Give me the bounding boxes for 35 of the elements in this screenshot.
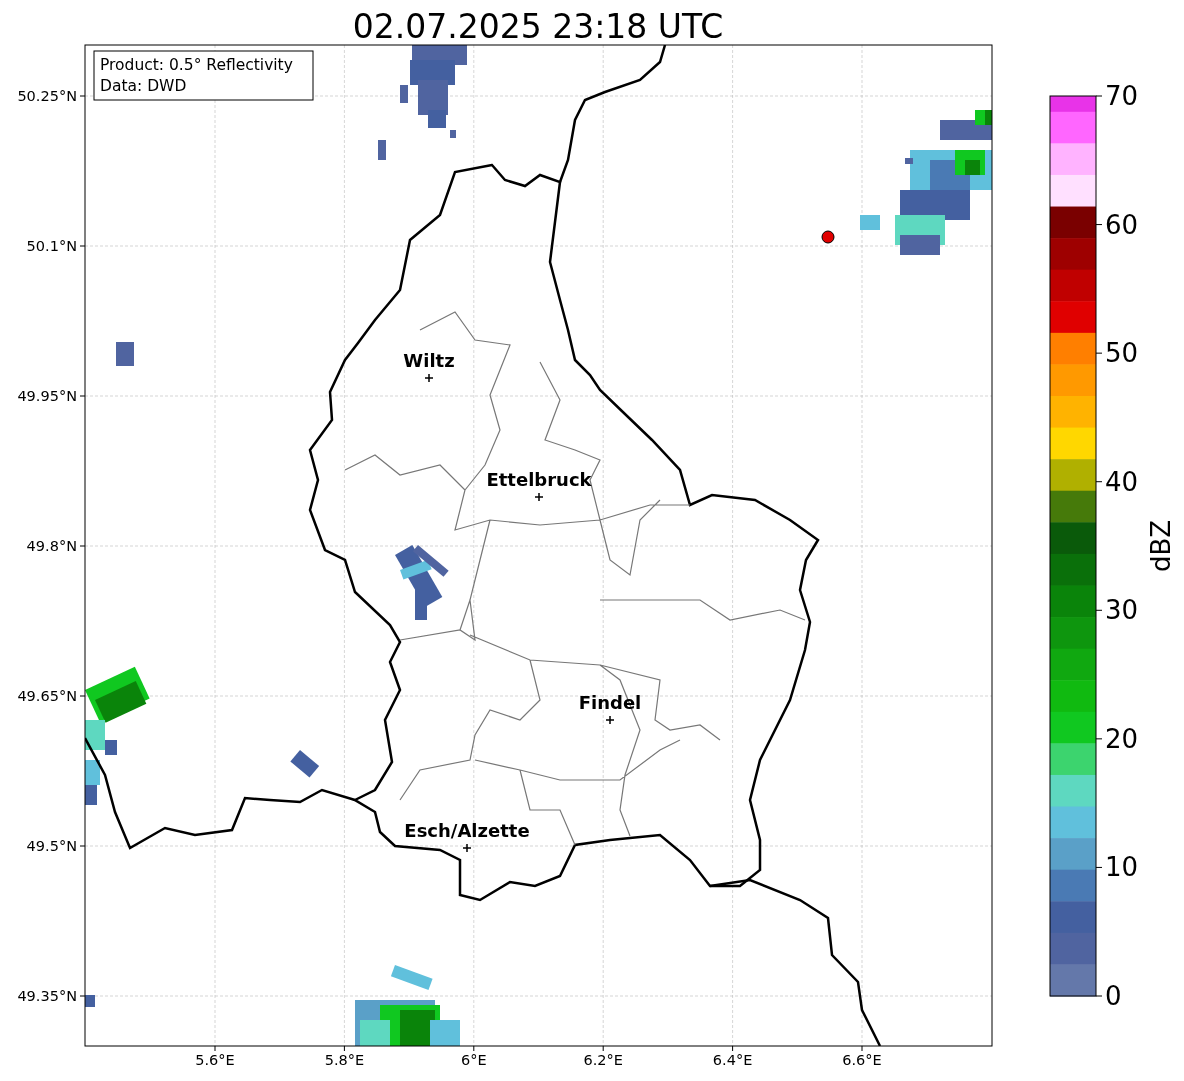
latitude-label: 50.1°N	[26, 238, 77, 254]
latitude-label: 49.8°N	[26, 538, 77, 554]
info-text: Data: DWD	[100, 77, 187, 95]
city-marker	[534, 492, 544, 502]
longitude-label: 6°E	[461, 1052, 487, 1068]
colorbar-tick-label: 40	[1105, 466, 1139, 497]
longitude-label: 6.4°E	[712, 1052, 753, 1068]
colorbar-tick-label: 20	[1105, 723, 1139, 754]
city-marker	[605, 715, 615, 725]
latitude-label: 49.35°N	[17, 988, 77, 1004]
city-marker	[424, 373, 434, 383]
city-label: Findel	[578, 692, 642, 713]
chart-title: 02.07.2025 23:18 UTC	[352, 7, 724, 46]
radar-echo	[116, 342, 134, 366]
city-label: Wiltz	[403, 350, 455, 371]
colorbar-tick-label: 60	[1105, 209, 1139, 240]
radar-site-marker	[821, 230, 835, 244]
colorbar-tick-label: 30	[1105, 595, 1139, 626]
city-marker	[462, 843, 472, 853]
longitude-label: 6.2°E	[583, 1052, 623, 1068]
latitude-label: 49.5°N	[26, 838, 77, 854]
info-text: Product: 0.5° Reflectivity	[100, 56, 293, 74]
latitude-label: 50.25°N	[17, 88, 77, 104]
colorbar-tick-label: 0	[1105, 981, 1122, 1011]
longitude-label: 6.6°E	[842, 1052, 882, 1068]
longitude-label: 5.8°E	[324, 1052, 365, 1068]
city-label: Esch/Alzette	[404, 820, 530, 841]
latitude-label: 49.65°N	[17, 688, 77, 704]
colorbar-tick-label: 50	[1105, 338, 1139, 369]
latitude-label: 49.95°N	[17, 388, 77, 404]
colorbar-tick-label: 70	[1105, 81, 1139, 111]
colorbar-label: dBZ	[1146, 519, 1176, 573]
colorbar-tick-label: 10	[1105, 852, 1139, 883]
city-label: Ettelbruck	[486, 469, 592, 490]
longitude-label: 5.6°E	[195, 1052, 235, 1068]
